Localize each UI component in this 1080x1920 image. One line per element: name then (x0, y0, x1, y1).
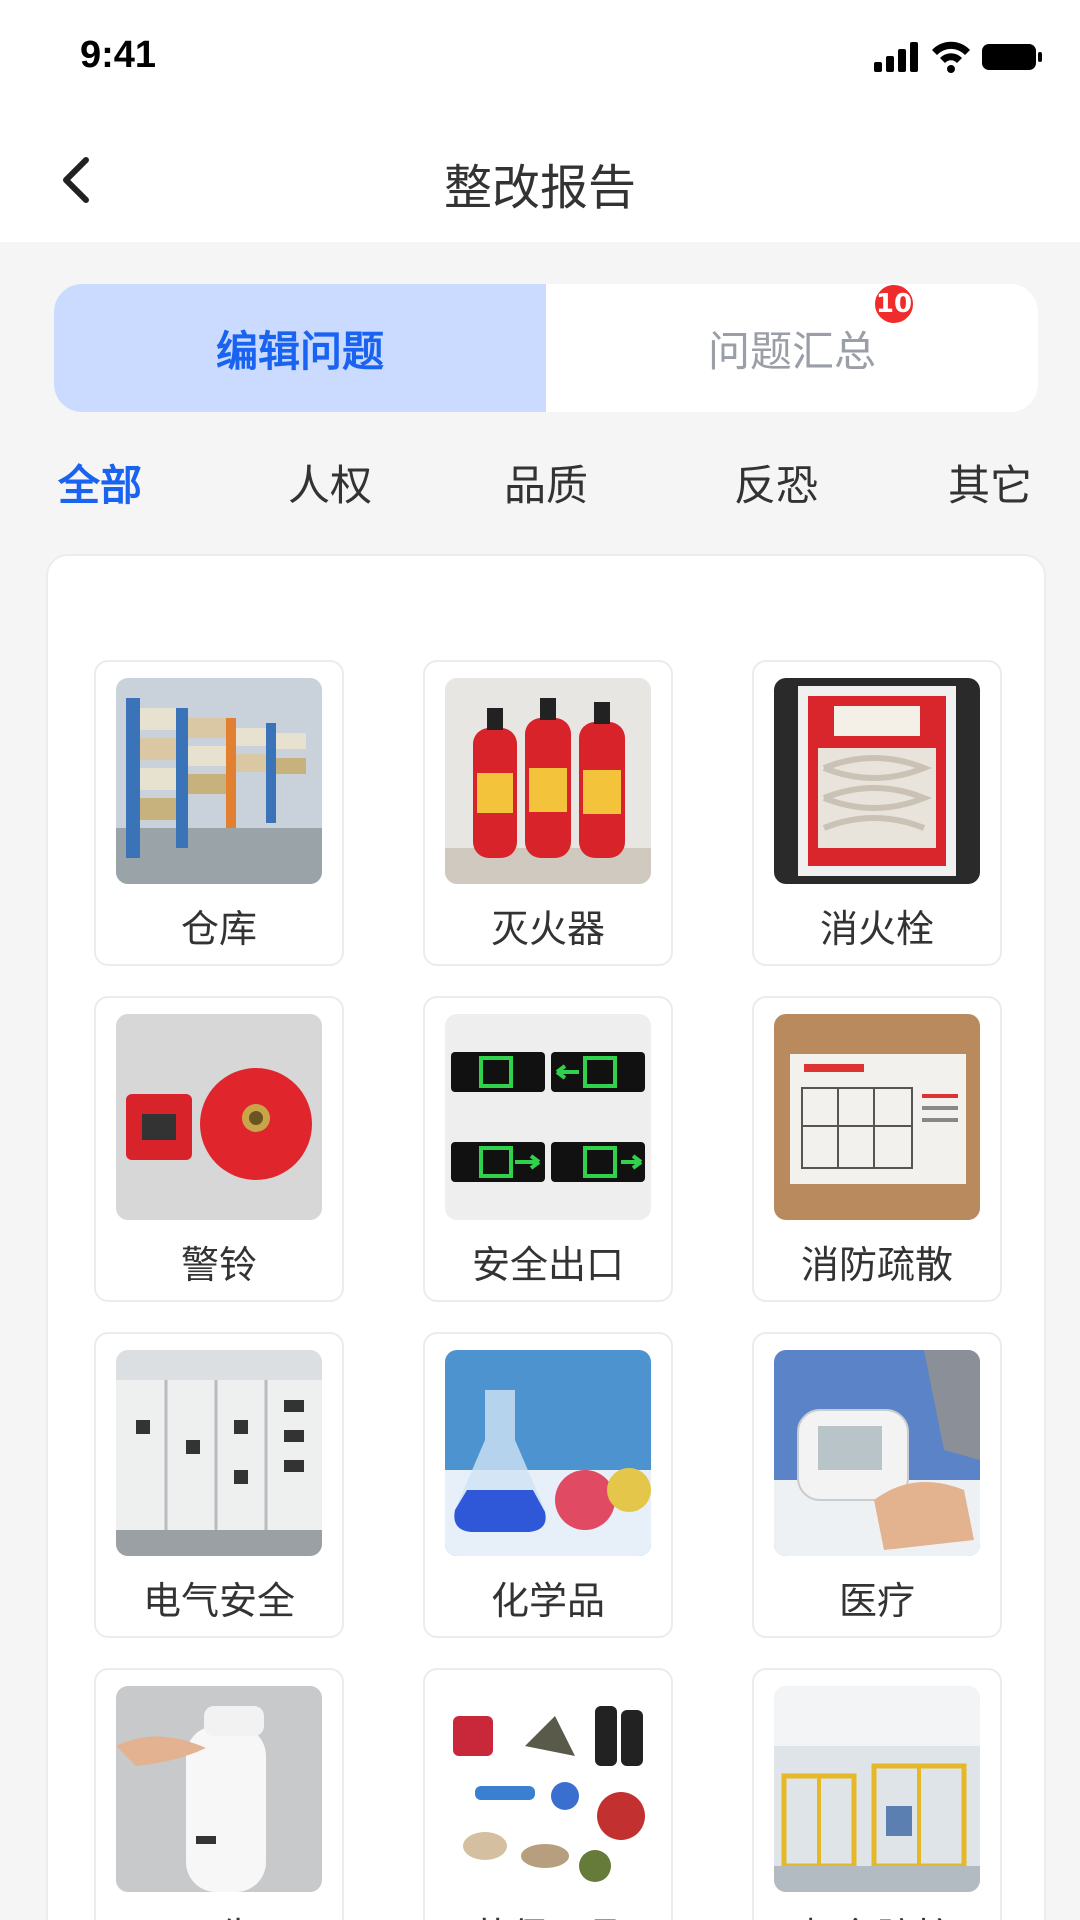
grid-item-alarm-bell[interactable]: 警铃 (94, 996, 344, 1302)
alarm-bell-image (116, 1014, 322, 1220)
fire-hydrant-box-image (774, 678, 980, 884)
category-filter: 全部 人权 品质 反恐 其它 (0, 452, 1080, 522)
grid-item-safety-exit[interactable]: 安全出口 (423, 996, 673, 1302)
chemical-flask-image (445, 1350, 651, 1556)
item-grid-panel: 仓库 灭火器 消火栓 警铃 安全出口 消防疏散 电气安全 化学品 医疗 (46, 554, 1046, 1920)
grid-item-label: 卫生 (96, 1906, 342, 1920)
status-icons (874, 41, 1042, 73)
grid-item-electrical-safety[interactable]: 电气安全 (94, 1332, 344, 1638)
grid-item-label: 消火栓 (819, 907, 934, 951)
grid-item-fire-extinguisher[interactable]: 灭火器 (423, 660, 673, 966)
soap-dispenser-image (116, 1686, 322, 1892)
segmented-control: 编辑问题 问题汇总 10 (54, 284, 1038, 412)
signal-icon (874, 42, 918, 72)
category-quality[interactable]: 品质 (504, 452, 588, 513)
grid-item-label: 灭火器 (490, 907, 605, 951)
electrical-cabinet-image (116, 1350, 322, 1556)
status-bar: 9:41 (0, 0, 1080, 118)
grid-item-ppe[interactable]: 劳保用品 (423, 1668, 673, 1920)
page-title: 整改报告 (443, 160, 636, 216)
tab-issue-summary[interactable]: 问题汇总 10 (546, 284, 1038, 412)
warehouse-image (116, 678, 322, 884)
machine-guard-image (774, 1686, 980, 1892)
tab-edit-issues[interactable]: 编辑问题 (54, 284, 546, 412)
grid-item-label: 电气安全 (142, 1579, 295, 1623)
grid-item-medical[interactable]: 医疗 (752, 1332, 1002, 1638)
grid-item-label: 劳保用品 (425, 1906, 671, 1920)
blood-pressure-monitor-image (774, 1350, 980, 1556)
grid-item-label: 仓库 (180, 907, 257, 951)
grid-item-hygiene[interactable]: 卫生 (94, 1668, 344, 1920)
grid-item-label: 医疗 (838, 1579, 915, 1623)
status-time: 9:41 (80, 34, 157, 76)
category-anti-terrorism[interactable]: 反恐 (734, 452, 818, 513)
count-badge: 10 (872, 284, 916, 326)
nav-bar: 整改报告 (0, 118, 1080, 242)
grid-item-warehouse[interactable]: 仓库 (94, 660, 344, 966)
wifi-icon (932, 41, 970, 73)
grid-item-machine-guard[interactable]: 机台防护 (752, 1668, 1002, 1920)
evacuation-map-image (774, 1014, 980, 1220)
category-all[interactable]: 全部 (58, 452, 142, 513)
grid-item-label: 安全出口 (471, 1243, 624, 1287)
exit-sign-image (445, 1014, 651, 1220)
grid-item-chemicals[interactable]: 化学品 (423, 1332, 673, 1638)
tab-label: 问题汇总 (707, 326, 876, 376)
protective-gear-image (445, 1686, 651, 1892)
tab-label: 编辑问题 (215, 326, 384, 376)
category-other[interactable]: 其它 (948, 452, 1032, 513)
grid-item-label: 机台防护 (754, 1906, 1000, 1920)
battery-icon (982, 44, 1042, 70)
category-human-rights[interactable]: 人权 (288, 452, 372, 513)
fire-extinguisher-image (445, 678, 651, 884)
grid-item-label: 警铃 (180, 1243, 257, 1287)
grid-item-label: 化学品 (490, 1579, 605, 1623)
grid-item-label: 消防疏散 (800, 1243, 953, 1287)
grid-item-fire-hydrant[interactable]: 消火栓 (752, 660, 1002, 966)
grid-item-fire-evacuation[interactable]: 消防疏散 (752, 996, 1002, 1302)
